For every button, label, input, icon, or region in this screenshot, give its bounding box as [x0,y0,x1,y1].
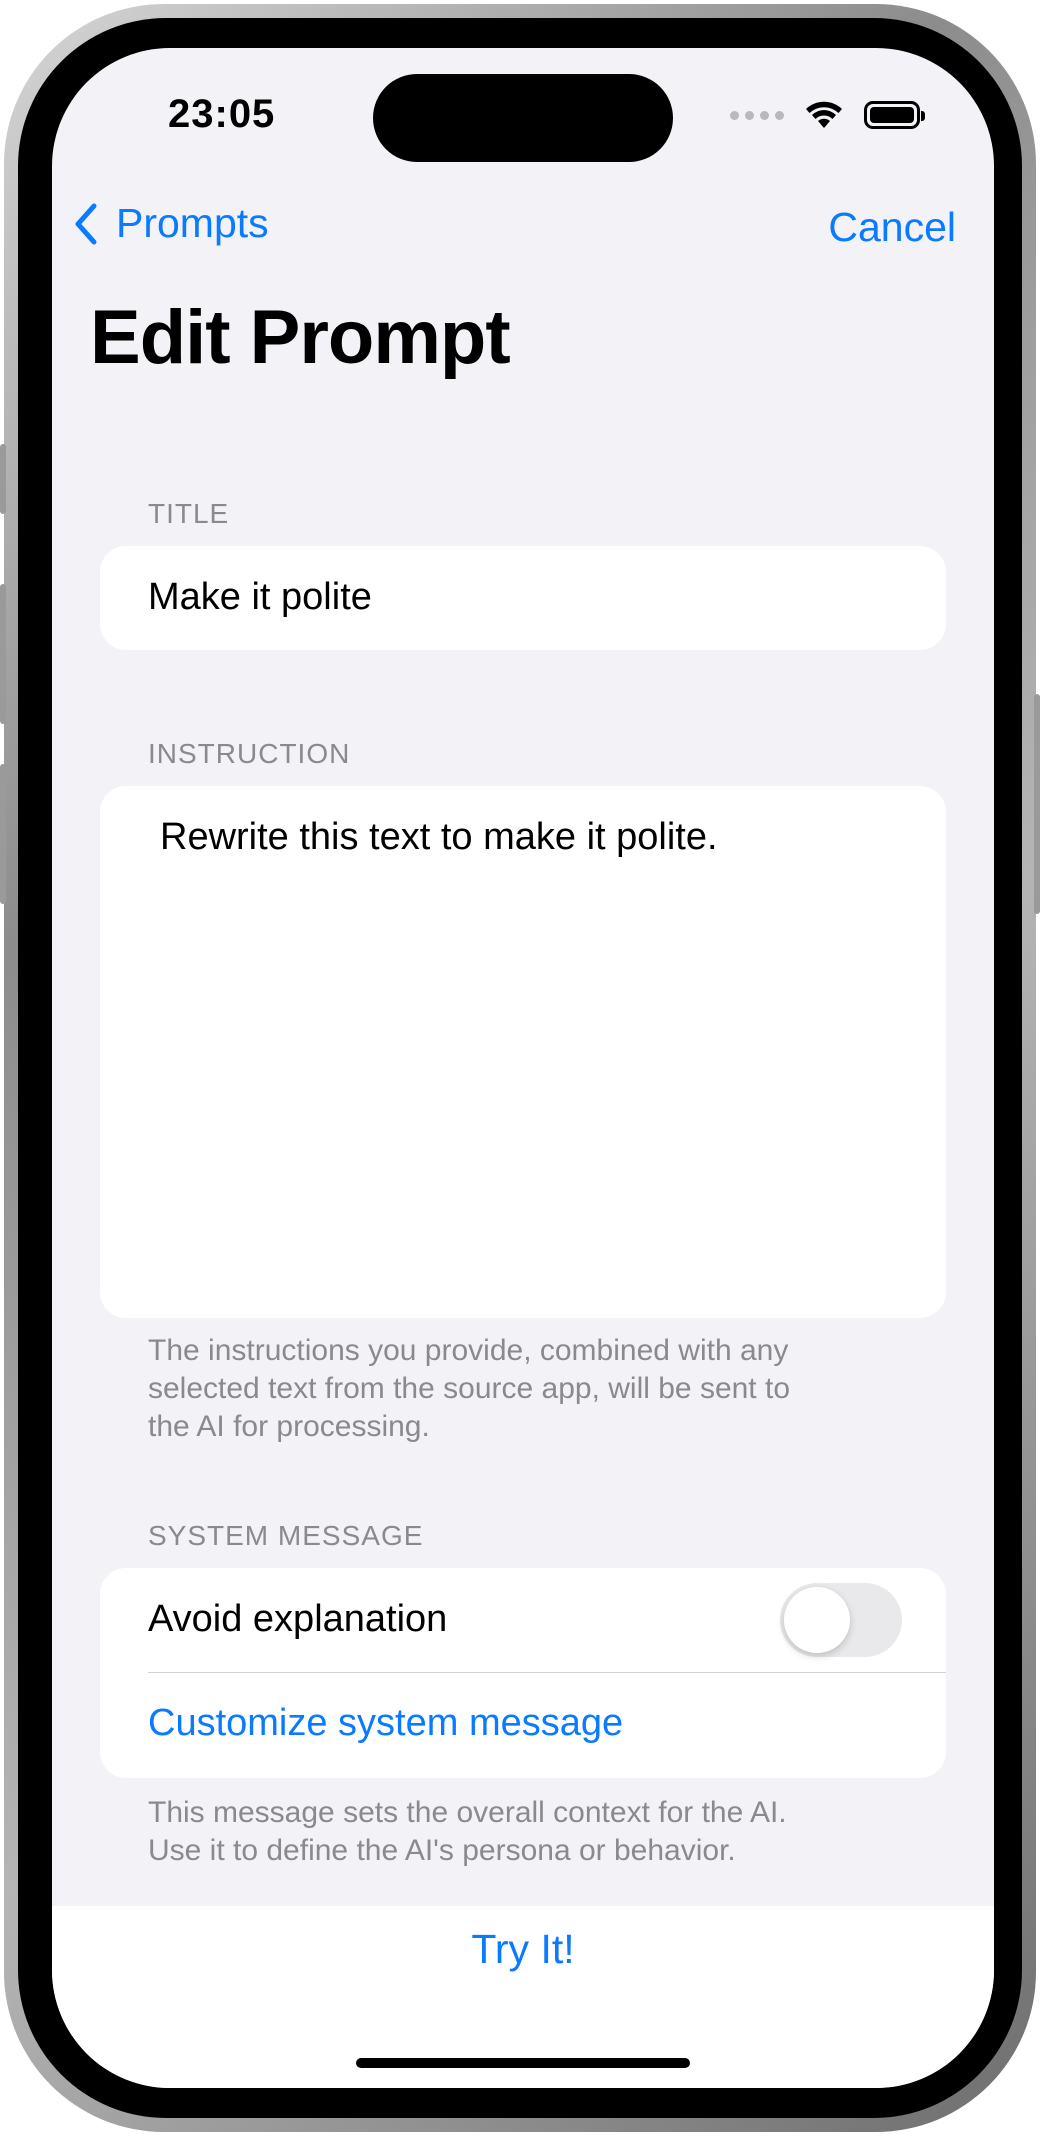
instruction-footer-line: selected text from the source app, will … [148,1372,790,1405]
home-indicator[interactable] [356,2058,690,2068]
customize-system-message-link[interactable]: Customize system message [148,1702,623,1745]
wifi-icon [806,101,842,128]
screen: 23:05 Prompts Cancel Edit Prompt TITLE M… [52,48,994,2088]
instruction-footer-line: The instructions you provide, combined w… [148,1334,789,1367]
avoid-explanation-toggle[interactable] [780,1583,902,1657]
system-section-label: SYSTEM MESSAGE [148,1520,424,1551]
cancel-button[interactable]: Cancel [828,204,956,251]
volume-up-button [0,584,6,724]
try-it-button[interactable]: Try It! [52,1926,994,1973]
status-icons [730,100,925,130]
toggle-knob [784,1587,850,1653]
action-button [0,444,6,514]
status-time: 23:05 [168,92,276,136]
instruction-footer: The instructions you provide, combined w… [148,1332,908,1446]
back-label: Prompts [116,200,269,246]
title-value: Make it polite [148,576,372,618]
volume-down-button [0,764,6,904]
row-divider [148,1672,946,1673]
instruction-value: Rewrite this text to make it polite. [160,816,718,858]
battery-icon [864,101,925,129]
system-message-card: Avoid explanation Customize system messa… [100,1568,946,1778]
power-button [1034,694,1040,914]
instruction-section-label: INSTRUCTION [148,738,351,769]
system-footer-line: This message sets the overall context fo… [148,1796,787,1829]
title-field[interactable]: Make it polite [100,546,946,650]
instruction-footer-line: the AI for processing. [148,1410,430,1443]
system-footer-line: Use it to define the AI's persona or beh… [148,1834,736,1867]
signal-dots-icon [730,110,784,120]
back-button[interactable]: Prompts [74,200,269,247]
instruction-textarea[interactable]: Rewrite this text to make it polite. [100,786,946,1318]
dynamic-island [373,74,673,162]
title-section-label: TITLE [148,498,230,529]
avoid-explanation-label: Avoid explanation [148,1598,448,1640]
system-footer: This message sets the overall context fo… [148,1794,908,1870]
page-title: Edit Prompt [90,295,511,380]
chevron-left-icon [75,203,97,244]
